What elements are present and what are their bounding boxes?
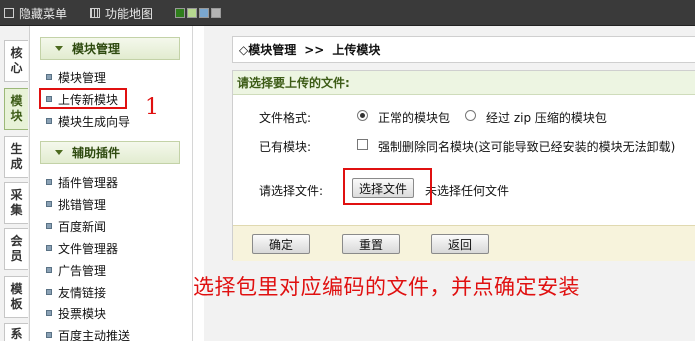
breadcrumb: ◇模块管理 >> 上传模块 xyxy=(232,36,695,63)
breadcrumb-current: 上传模块 xyxy=(332,43,381,57)
bullet-icon xyxy=(46,179,52,185)
function-map-label: 功能地图 xyxy=(105,6,154,21)
form-header: 请选择要上传的文件: xyxy=(233,71,695,95)
sidebar-item-label: 百度主动推送 xyxy=(58,328,131,341)
theme-swatch-green[interactable] xyxy=(175,8,185,18)
sidebar-item-label: 挑错管理 xyxy=(58,197,107,212)
vtab-collect-label: 采 集 xyxy=(10,188,23,217)
sidebar-item-friend-links[interactable]: 友情链接 xyxy=(46,283,106,301)
collapse-arrow-icon xyxy=(55,46,63,51)
group-module-manage[interactable]: 模块管理 xyxy=(40,37,180,60)
group-plugins[interactable]: 辅助插件 xyxy=(40,141,180,164)
vtab-generate-label: 生 成 xyxy=(10,142,23,171)
force-delete-checkbox[interactable] xyxy=(357,139,368,150)
file-status-text: 未选择任何文件 xyxy=(425,184,510,198)
vtab-module[interactable]: 模 块 xyxy=(4,88,28,130)
bullet-icon xyxy=(46,74,52,80)
bullet-icon xyxy=(46,289,52,295)
instruction-annotation: 选择包里对应编码的文件，并点确定安装 xyxy=(193,275,580,299)
menu-icon xyxy=(4,8,14,18)
form-footer: 确定 重置 返回 xyxy=(233,225,695,261)
breadcrumb-root[interactable]: ◇模块管理 xyxy=(239,41,296,58)
grid-icon xyxy=(90,8,100,18)
format-radio-zip[interactable] xyxy=(465,110,476,121)
sidebar: 模块管理 模块管理 上传新模块 模块生成向导 辅助插件 插件管理器 挑错管理 百… xyxy=(30,26,193,341)
vtab-generate[interactable]: 生 成 xyxy=(4,136,28,178)
back-button[interactable]: 返回 xyxy=(431,234,489,254)
sidebar-item-module-wizard[interactable]: 模块生成向导 xyxy=(46,112,130,130)
format-option-normal: 正常的模块包 xyxy=(378,111,451,125)
sidebar-item-plugin-manager[interactable]: 插件管理器 xyxy=(46,173,118,191)
vtab-member[interactable]: 会 员 xyxy=(4,228,28,270)
vtab-member-label: 会 员 xyxy=(10,234,23,263)
bullet-icon xyxy=(46,332,52,338)
format-label: 文件格式: xyxy=(259,111,312,125)
breadcrumb-separator: >> xyxy=(304,42,325,57)
sidebar-item-label: 插件管理器 xyxy=(58,175,119,190)
confirm-button[interactable]: 确定 xyxy=(252,234,310,254)
bullet-icon xyxy=(46,245,52,251)
vertical-tab-bar: 核 心 模 块 生 成 采 集 会 员 模 板 系 xyxy=(0,26,30,341)
top-toolbar: 隐藏菜单 功能地图 xyxy=(0,0,695,26)
force-delete-text: 强制删除同名模块(这可能导致已经安装的模块无法卸载) xyxy=(378,140,676,154)
sidebar-item-label: 模块生成向导 xyxy=(58,114,131,129)
group-module-manage-title: 模块管理 xyxy=(72,42,121,56)
vtab-system-label: 系 xyxy=(10,326,23,341)
hide-menu-button[interactable]: 隐藏菜单 xyxy=(4,0,67,26)
theme-swatch-blue[interactable] xyxy=(199,8,209,18)
group-plugins-title: 辅助插件 xyxy=(72,146,121,160)
sidebar-item-label: 文件管理器 xyxy=(58,241,119,256)
vtab-core-label: 核 心 xyxy=(10,46,23,75)
theme-swatch-lightgreen[interactable] xyxy=(187,8,197,18)
vtab-system[interactable]: 系 xyxy=(4,323,28,341)
sidebar-item-label: 友情链接 xyxy=(58,285,107,300)
sidebar-item-vote[interactable]: 投票模块 xyxy=(46,304,106,322)
bullet-icon xyxy=(46,223,52,229)
sidebar-item-baidu-push[interactable]: 百度主动推送 xyxy=(46,326,130,341)
sidebar-item-ads[interactable]: 广告管理 xyxy=(46,261,106,279)
vtab-core[interactable]: 核 心 xyxy=(4,40,28,82)
function-map-button[interactable]: 功能地图 xyxy=(90,0,153,26)
sidebar-item-error-report[interactable]: 挑错管理 xyxy=(46,195,106,213)
vtab-module-label: 模 块 xyxy=(10,94,23,123)
format-radio-normal[interactable] xyxy=(357,110,368,121)
theme-swatch-gray[interactable] xyxy=(211,8,221,18)
file-label: 请选择文件: xyxy=(259,184,324,198)
existing-label: 已有模块: xyxy=(259,140,312,154)
sidebar-item-file-manager[interactable]: 文件管理器 xyxy=(46,239,118,257)
format-option-zip: 经过 zip 压缩的模块包 xyxy=(486,111,607,125)
upload-form-panel: 请选择要上传的文件: 文件格式: 正常的模块包 经过 zip 压缩的模块包 已有… xyxy=(232,70,695,261)
vtab-template[interactable]: 模 板 xyxy=(4,276,28,318)
bullet-icon xyxy=(46,118,52,124)
vtab-collect[interactable]: 采 集 xyxy=(4,182,28,224)
reset-button[interactable]: 重置 xyxy=(342,234,400,254)
sidebar-item-label: 百度新闻 xyxy=(58,219,107,234)
vtab-template-label: 模 板 xyxy=(10,282,23,311)
step-number-annotation: 1 xyxy=(145,95,159,120)
sidebar-item-baidu-news[interactable]: 百度新闻 xyxy=(46,217,106,235)
sidebar-item-label: 广告管理 xyxy=(58,263,107,278)
bullet-icon xyxy=(46,201,52,207)
bullet-icon xyxy=(46,310,52,316)
sidebar-item-module-manage[interactable]: 模块管理 xyxy=(46,68,106,86)
highlight-box-upload xyxy=(39,88,127,109)
hide-menu-label: 隐藏菜单 xyxy=(19,6,68,21)
collapse-arrow-icon xyxy=(55,150,63,155)
sidebar-item-label: 投票模块 xyxy=(58,306,107,321)
bullet-icon xyxy=(46,267,52,273)
highlight-box-choose-file xyxy=(343,168,432,205)
sidebar-item-label: 模块管理 xyxy=(58,70,107,85)
